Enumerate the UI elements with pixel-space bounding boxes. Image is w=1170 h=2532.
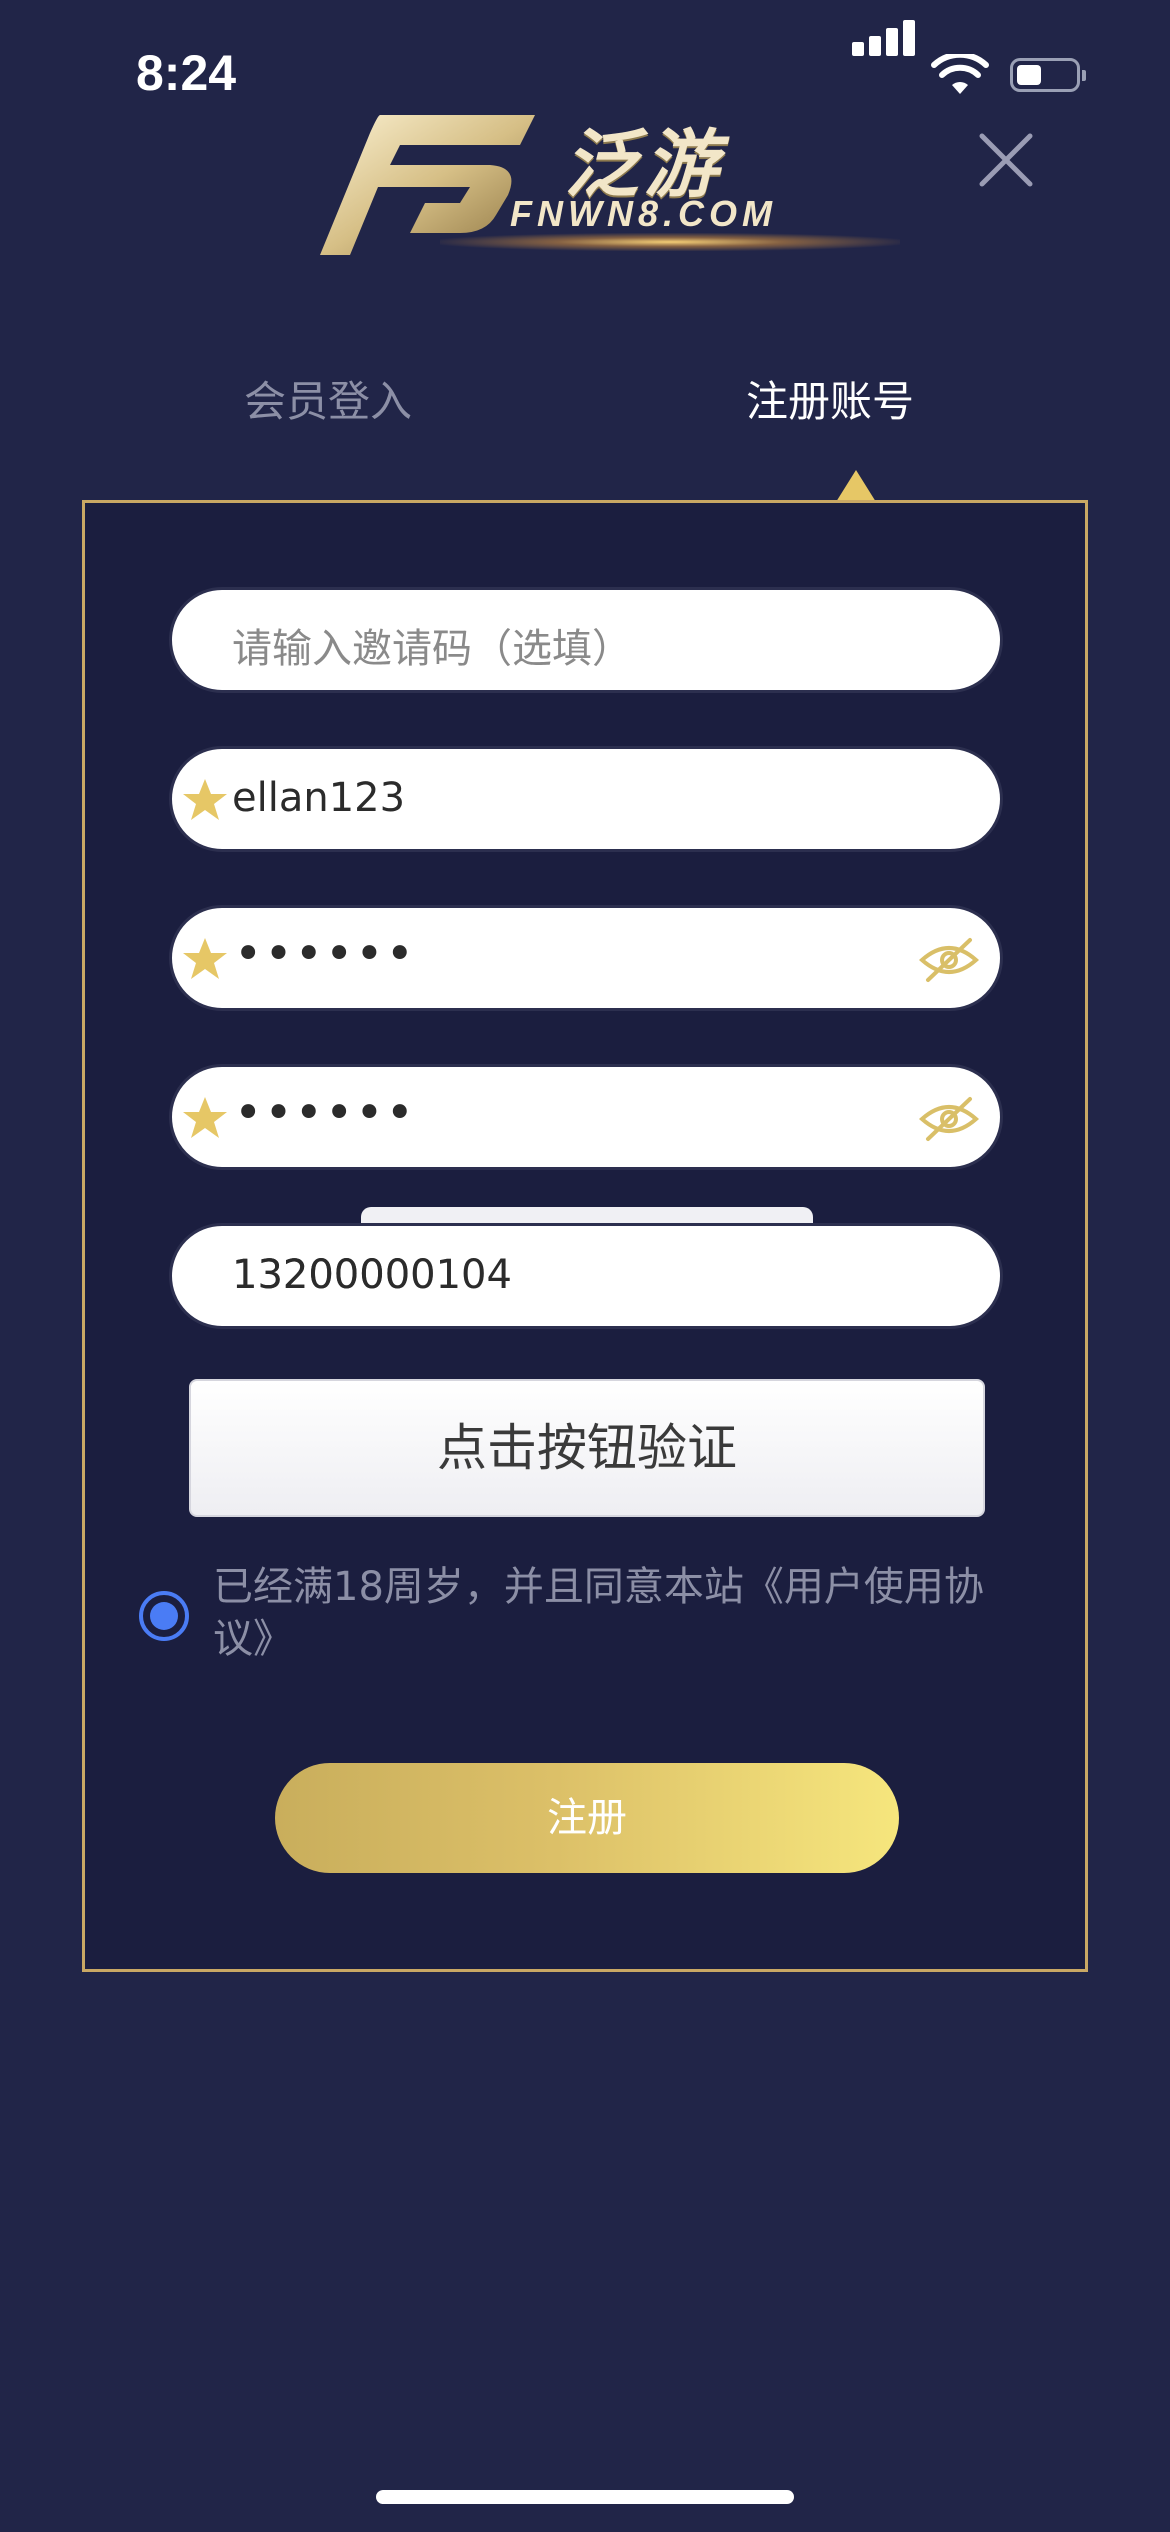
username-field[interactable]: ellan123: [169, 746, 1003, 852]
home-indicator: [376, 2490, 794, 2504]
required-star-icon: [183, 779, 227, 820]
brand-logo: 泛游 FNWN8.COM: [320, 105, 920, 275]
tab-member-login[interactable]: 会员登入: [244, 368, 412, 429]
password-value: ••••••: [234, 926, 416, 982]
register-panel: 请输入邀请码（选填） ellan123 •••••• •••••• 132000…: [82, 500, 1088, 1972]
brand-name-en: FNWN8.COM: [510, 193, 777, 234]
tab-register-account[interactable]: 注册账号: [746, 368, 914, 429]
eye-off-icon[interactable]: [918, 936, 980, 984]
invite-code-field[interactable]: 请输入邀请码（选填）: [169, 587, 1003, 693]
status-time: 8:24: [136, 45, 237, 101]
active-tab-pointer: [836, 470, 876, 502]
confirm-password-value: ••••••: [234, 1085, 416, 1141]
eye-off-icon[interactable]: [918, 1095, 980, 1143]
required-star-icon: [183, 1097, 227, 1138]
battery-icon: [1010, 58, 1086, 92]
wifi-icon: [931, 54, 989, 94]
invite-code-placeholder: 请输入邀请码（选填）: [232, 626, 632, 672]
required-star-icon: [183, 938, 227, 979]
agreement-radio[interactable]: [139, 1591, 189, 1641]
confirm-password-field[interactable]: ••••••: [169, 1064, 1003, 1170]
agreement-text[interactable]: 已经满18周岁，并且同意本站《用户使用协议》: [213, 1561, 1013, 1665]
click-verify-button[interactable]: 点击按钮验证: [189, 1379, 985, 1517]
register-screen: 8:24 泛游 FNWN8.COM 会员登入 注册账号 请输入邀请码（选填） e…: [0, 0, 1170, 2532]
close-icon[interactable]: [978, 132, 1034, 188]
username-value: ellan123: [232, 775, 406, 821]
logo-glow: [440, 233, 900, 251]
password-field[interactable]: ••••••: [169, 905, 1003, 1011]
phone-field[interactable]: 13200000104: [169, 1223, 1003, 1329]
register-submit-button[interactable]: 注册: [275, 1763, 899, 1873]
phone-value: 13200000104: [232, 1252, 512, 1298]
